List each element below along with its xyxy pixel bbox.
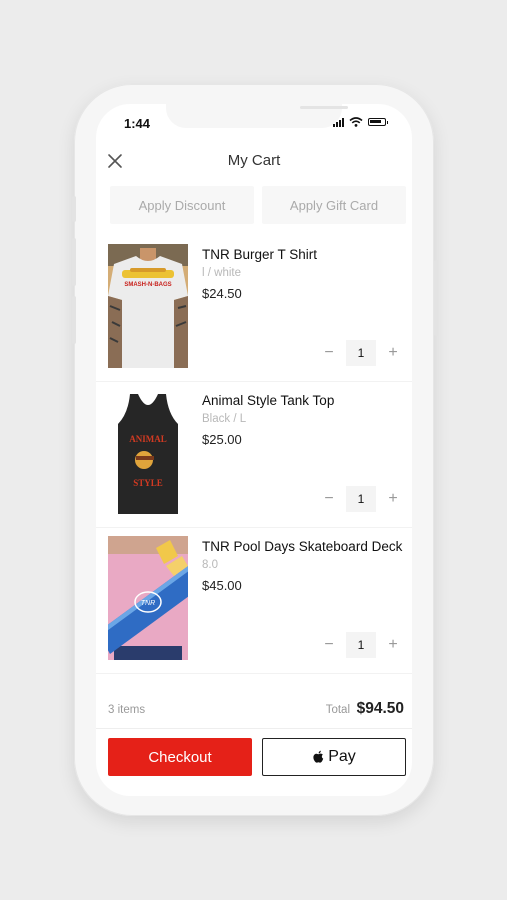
phone-side-button	[72, 238, 76, 286]
cart-items-list: SMASH-N-BAGS TNR Burger T Shirt l / whit…	[96, 236, 412, 674]
cart-item: SMASH-N-BAGS TNR Burger T Shirt l / whit…	[96, 236, 412, 382]
print-text-bottom: STYLE	[133, 478, 163, 488]
page-title: My Cart	[227, 152, 281, 169]
quantity-value[interactable]: 1	[346, 632, 376, 658]
apple-pay-button[interactable]: Pay	[262, 738, 406, 776]
signal-icon	[332, 117, 344, 127]
cart-header: My Cart	[96, 146, 412, 176]
total-label: Total	[325, 704, 350, 716]
status-time: 1:44	[124, 116, 151, 131]
status-icons	[332, 117, 388, 127]
item-count: 3 items	[108, 704, 146, 716]
speaker	[300, 106, 348, 109]
minus-icon[interactable]: −	[320, 632, 338, 658]
minus-icon[interactable]: −	[320, 340, 338, 366]
phone-side-button	[72, 296, 76, 344]
cart-summary: 3 items Total $94.50	[96, 700, 412, 722]
wifi-icon	[348, 117, 363, 127]
item-name[interactable]: TNR Burger T Shirt	[202, 247, 317, 262]
apple-pay-label: Pay	[328, 748, 356, 765]
phone-side-button	[72, 196, 76, 222]
cart-item: TNR TNR Pool Days Skateboard Deck 8.0 $4…	[96, 528, 412, 674]
apply-gift-card-button[interactable]: Apply Gift Card	[262, 186, 406, 224]
item-variant: l / white	[202, 267, 241, 279]
product-image[interactable]: SMASH-N-BAGS	[108, 244, 188, 368]
divider	[96, 728, 412, 729]
quantity-stepper: − 1 +	[320, 340, 404, 366]
item-price: $24.50	[202, 286, 242, 301]
quantity-stepper: − 1 +	[320, 486, 404, 512]
plus-icon[interactable]: +	[384, 632, 402, 658]
product-image[interactable]: TNR	[108, 536, 188, 660]
apple-logo-icon	[313, 750, 324, 763]
item-name[interactable]: Animal Style Tank Top	[202, 393, 334, 408]
battery-icon	[367, 118, 386, 126]
print-text: TNR	[141, 600, 155, 607]
quantity-value[interactable]: 1	[346, 340, 376, 366]
product-image[interactable]: ANIMAL STYLE	[108, 390, 188, 514]
apply-discount-button[interactable]: Apply Discount	[110, 186, 254, 224]
checkout-button[interactable]: Checkout	[108, 738, 252, 776]
item-variant: 8.0	[202, 559, 218, 571]
item-price: $25.00	[202, 432, 242, 447]
total-value: $94.50	[356, 700, 404, 717]
print-text: SMASH-N-BAGS	[124, 282, 171, 288]
quantity-value[interactable]: 1	[346, 486, 376, 512]
plus-icon[interactable]: +	[384, 486, 402, 512]
minus-icon[interactable]: −	[320, 486, 338, 512]
phone-side-button	[434, 260, 438, 336]
print-text-top: ANIMAL	[129, 434, 167, 444]
cart-item: ANIMAL STYLE Animal Style Tank Top Black…	[96, 382, 412, 528]
plus-icon[interactable]: +	[384, 340, 402, 366]
item-variant: Black / L	[202, 413, 247, 425]
item-price: $45.00	[202, 578, 242, 593]
app-screen: 1:44 My Cart Apply Discount Apply Gift C…	[96, 104, 412, 796]
battery-cap	[386, 120, 388, 124]
quantity-stepper: − 1 +	[320, 632, 404, 658]
notch	[166, 104, 348, 128]
item-name[interactable]: TNR Pool Days Skateboard Deck	[202, 539, 402, 554]
